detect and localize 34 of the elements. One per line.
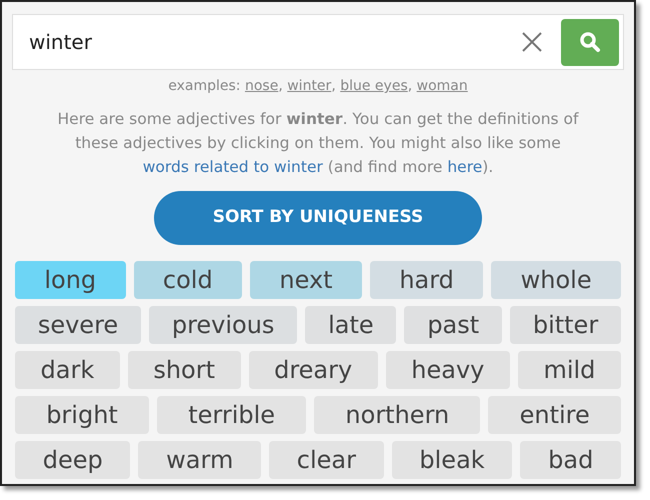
adjective-tag[interactable]: past [404, 306, 502, 344]
close-icon[interactable] [521, 31, 543, 53]
search-icon [579, 31, 601, 53]
adjective-tag[interactable]: severe [15, 306, 141, 344]
intro-paragraph: Here are some adjectives for winter. You can get the definitions of these adjectives by clicking on them. You might also like some words related to winter (and find more here). [56, 109, 580, 178]
adjective-tag[interactable]: warm [138, 441, 262, 479]
related-words-link[interactable]: words related to winter [142, 158, 323, 176]
adjective-tag[interactable]: previous [149, 306, 298, 344]
examples-line: examples: nose, winter, blue eyes, woman [167, 77, 469, 96]
adjective-tag[interactable]: cold [134, 261, 242, 299]
adjective-tag[interactable]: clear [269, 441, 384, 479]
search-field[interactable]: winter [12, 14, 624, 70]
adjective-tag[interactable]: bitter [510, 306, 622, 344]
adjective-tag[interactable]: short [128, 351, 241, 389]
search-input[interactable]: winter [29, 27, 521, 57]
adjective-tag[interactable]: long [15, 261, 126, 299]
adjective-tag[interactable]: bad [520, 441, 622, 479]
adjective-tag[interactable]: deep [15, 441, 130, 479]
adjective-tag[interactable]: hard [370, 261, 484, 299]
adjective-tag[interactable]: mild [518, 351, 621, 389]
search-button[interactable] [561, 18, 619, 66]
adjective-tag[interactable]: dreary [248, 351, 378, 389]
adjective-tag[interactable]: next [250, 261, 362, 299]
adjective-tag[interactable]: terrible [157, 396, 306, 434]
more-link[interactable]: here [447, 158, 482, 176]
adjective-tag[interactable]: dark [15, 351, 120, 389]
adjective-tag[interactable]: entire [488, 396, 621, 434]
adjective-tag[interactable]: late [305, 306, 396, 344]
adjective-tag[interactable]: bleak [392, 441, 512, 479]
sort-button[interactable]: SORT BY UNIQUENESS [154, 191, 482, 245]
adjective-tag[interactable]: northern [314, 396, 480, 434]
adjective-tag[interactable]: whole [491, 261, 621, 299]
adjective-tag[interactable]: heavy [386, 351, 510, 389]
adjective-tag[interactable]: bright [15, 396, 150, 434]
